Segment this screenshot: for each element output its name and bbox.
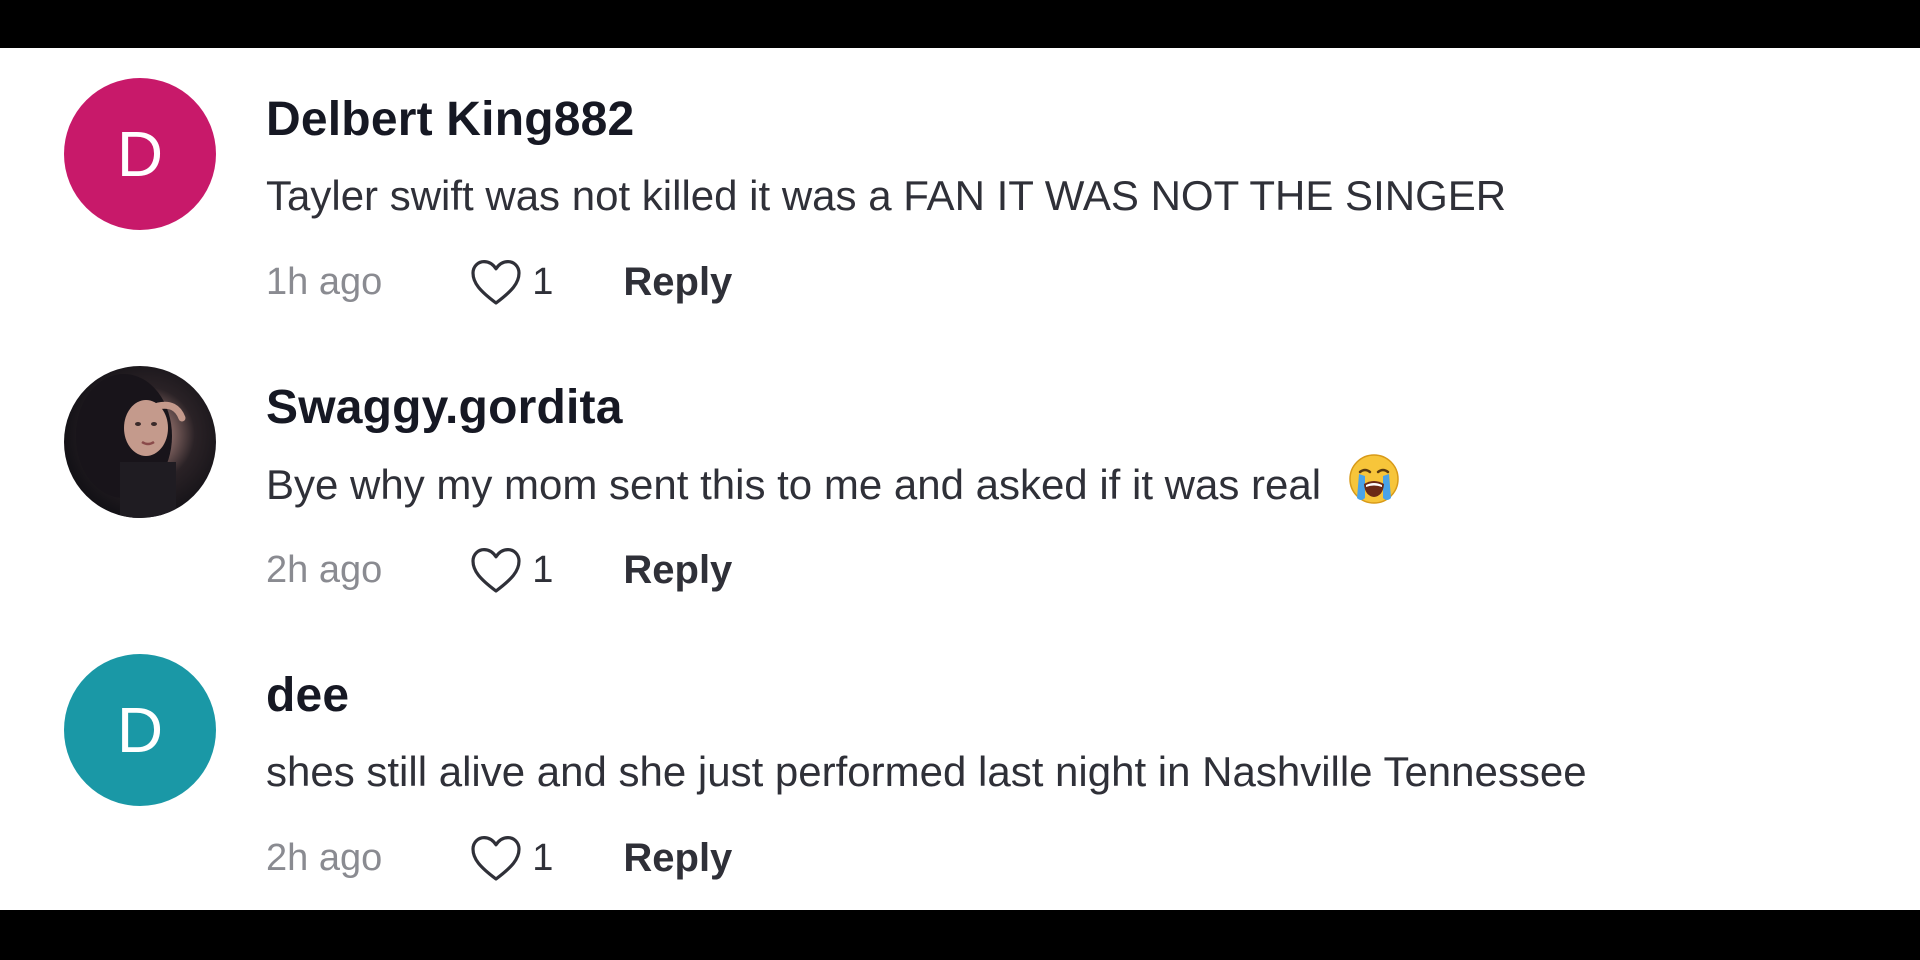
- avatar-photo: [76, 374, 186, 518]
- reply-button[interactable]: Reply: [623, 836, 732, 881]
- avatar[interactable]: D: [64, 78, 216, 230]
- comment-meta: 1h ago 1 Reply: [266, 254, 732, 310]
- top-letterbox: [0, 0, 1920, 48]
- reply-button[interactable]: Reply: [623, 260, 732, 305]
- like-button[interactable]: 1: [468, 544, 553, 596]
- comment-meta: 2h ago 1 Reply: [266, 830, 732, 886]
- avatar[interactable]: [64, 366, 216, 518]
- comment-username[interactable]: Delbert King882: [266, 92, 634, 147]
- bottom-letterbox: [0, 910, 1920, 960]
- comment-item: Swaggy.gordita Bye why my mom sent this …: [0, 336, 1920, 624]
- comment-list: D Delbert King882 Tayler swift was not k…: [0, 48, 1920, 910]
- comment-text-container: Bye why my mom sent this to me and asked…: [266, 454, 1401, 516]
- comment-text: Bye why my mom sent this to me and asked…: [266, 461, 1322, 509]
- avatar-letter: D: [116, 118, 164, 190]
- heart-icon: [468, 256, 524, 308]
- comment-time: 1h ago: [266, 260, 383, 303]
- like-count: 1: [532, 836, 554, 879]
- like-count: 1: [532, 260, 554, 303]
- comment-time: 2h ago: [266, 836, 383, 879]
- like-button[interactable]: 1: [468, 832, 553, 884]
- avatar[interactable]: D: [64, 654, 216, 806]
- like-button[interactable]: 1: [468, 256, 553, 308]
- comment-username[interactable]: dee: [266, 668, 349, 723]
- comment-item: D dee shes still alive and she just perf…: [0, 624, 1920, 912]
- comment-item: D Delbert King882 Tayler swift was not k…: [0, 48, 1920, 336]
- comment-text: shes still alive and she just performed …: [266, 748, 1587, 795]
- heart-icon: [468, 832, 524, 884]
- heart-icon: [468, 544, 524, 596]
- loudly-crying-face-icon: [1347, 452, 1401, 516]
- comment-meta: 2h ago 1 Reply: [266, 542, 732, 598]
- comment-time: 2h ago: [266, 548, 383, 591]
- reply-button[interactable]: Reply: [623, 548, 732, 593]
- comment-text: Tayler swift was not killed it was a FAN…: [266, 172, 1507, 219]
- avatar-letter: D: [116, 694, 164, 766]
- comment-username[interactable]: Swaggy.gordita: [266, 380, 623, 435]
- like-count: 1: [532, 548, 554, 591]
